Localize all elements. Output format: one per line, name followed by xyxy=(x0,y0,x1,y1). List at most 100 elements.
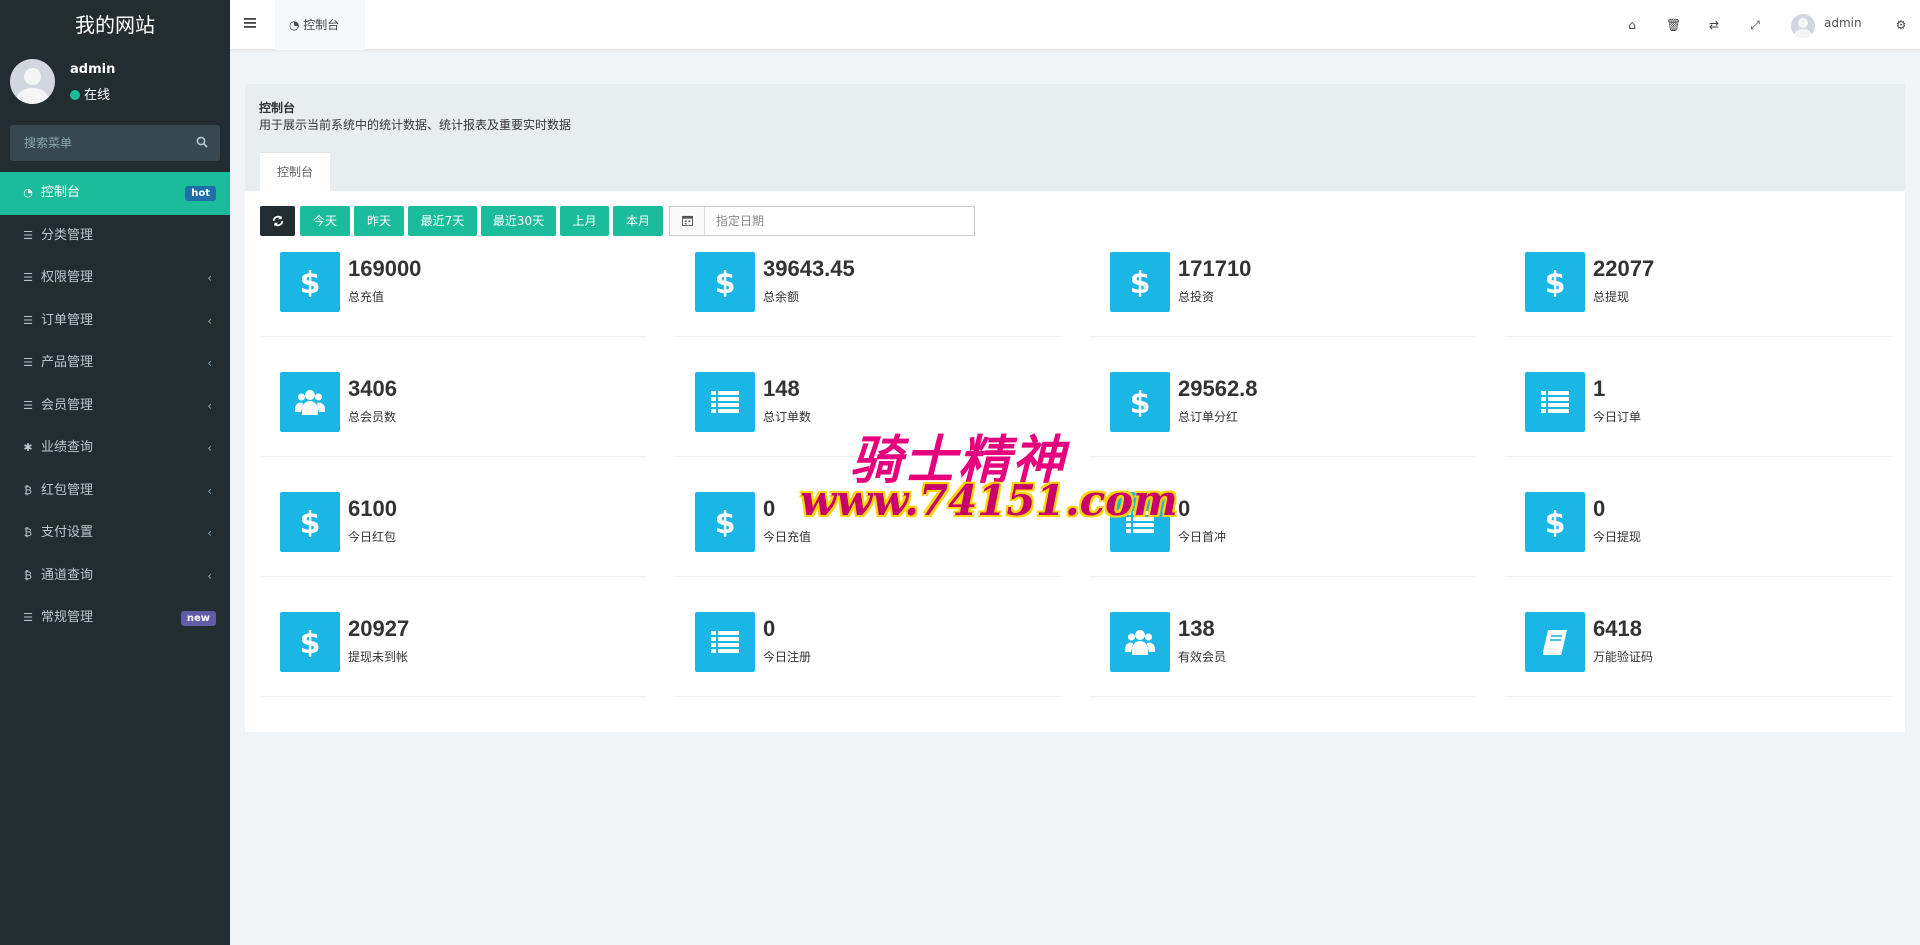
stat-value: 0 xyxy=(763,616,776,641)
stat-value: 3406 xyxy=(348,376,397,401)
stat-value: 1 xyxy=(1593,376,1606,401)
dollar-icon: $ xyxy=(1110,372,1170,432)
page-title: 控制台 xyxy=(259,101,296,115)
sidebar-item-label: 通道查询 xyxy=(41,567,94,583)
tab-console[interactable]: 控制台 xyxy=(260,152,330,191)
new-badge: new xyxy=(180,611,216,626)
stat-value: 148 xyxy=(763,376,800,401)
sidebar-item-channel[interactable]: ₿ 通道查询 ‹ xyxy=(0,555,230,598)
stat-label: 总提现 xyxy=(1593,290,1630,304)
stat-value: 138 xyxy=(1178,616,1215,641)
sidebar-item-category[interactable]: ☰ 分类管理 xyxy=(0,215,230,258)
language-icon[interactable]: ⇄ xyxy=(1707,18,1721,32)
online-dot-icon xyxy=(70,90,80,100)
sidebar-item-orders[interactable]: ☰ 订单管理 ‹ xyxy=(0,300,230,343)
search-icon[interactable] xyxy=(196,136,208,148)
sidebar-item-general[interactable]: ☰ 常规管理 new xyxy=(0,597,230,640)
stat-label: 总订单分红 xyxy=(1178,410,1239,424)
stat-card: 3406 总会员数 xyxy=(260,372,646,457)
sidebar-search xyxy=(10,125,220,161)
top-header: ◔ 控制台 ⌂ 🗑 ⇄ ⤢ admin ⚙ xyxy=(230,0,1920,50)
sidebar-item-permission[interactable]: ☰ 权限管理 ‹ xyxy=(0,257,230,300)
chevron-left-icon: ‹ xyxy=(207,568,212,583)
stat-card: $39643.45 总余额 xyxy=(675,252,1061,337)
user-panel: admin 在线 xyxy=(0,50,230,114)
chevron-left-icon: ‹ xyxy=(207,398,212,413)
list-icon xyxy=(695,612,755,672)
stat-card: $22077 总提现 xyxy=(1505,252,1891,337)
last-30-days-button[interactable]: 最近30天 xyxy=(481,206,556,236)
sidebar-item-label: 支付设置 xyxy=(41,525,94,540)
stat-card: $6100 今日红包 xyxy=(260,492,646,577)
sidebar-item-label: 权限管理 xyxy=(41,270,94,285)
settings-icon[interactable]: ⚙ xyxy=(1894,18,1908,32)
stat-label: 今日充值 xyxy=(763,530,812,544)
stat-value: 171710 xyxy=(1178,256,1252,281)
stat-value: 0 xyxy=(1178,496,1191,521)
calendar-icon[interactable] xyxy=(670,207,705,235)
sidebar-item-performance[interactable]: ✱ 业绩查询 ‹ xyxy=(0,427,230,470)
dollar-icon: $ xyxy=(1525,492,1585,552)
sidebar-item-label: 常规管理 xyxy=(41,610,94,625)
stat-label: 总会员数 xyxy=(348,410,397,424)
chevron-left-icon: ‹ xyxy=(207,441,212,455)
refresh-button[interactable] xyxy=(260,206,295,236)
stat-label: 今日首冲 xyxy=(1178,530,1227,544)
svg-text:$: $ xyxy=(300,507,321,537)
sidebar-item-label: 订单管理 xyxy=(41,312,94,328)
header-user-name[interactable]: admin xyxy=(1824,16,1862,30)
stat-card: $169000 总充值 xyxy=(260,252,646,337)
stat-card: $20927 提现未到帐 xyxy=(260,612,646,697)
svg-text:$: $ xyxy=(1545,507,1566,537)
sidebar-item-label: 分类管理 xyxy=(41,227,94,243)
stat-card: $0 今日提现 xyxy=(1505,492,1891,577)
last-month-button[interactable]: 上月 xyxy=(560,206,609,236)
today-button[interactable]: 今天 xyxy=(300,206,350,236)
sidebar: 我的网站 admin 在线 ◔ 控制台 hot ☰ 分类管理 ☰ 权限管理 ‹ ☰ 订单… xyxy=(0,0,230,945)
last-7-days-button[interactable]: 最近7天 xyxy=(408,206,477,236)
home-icon[interactable]: ⌂ xyxy=(1625,18,1639,32)
book-icon xyxy=(1525,612,1585,672)
user-status: 在线 xyxy=(70,84,110,103)
date-picker xyxy=(669,206,975,236)
chevron-left-icon: ‹ xyxy=(207,483,212,498)
dollar-icon: $ xyxy=(280,492,340,552)
list-icon: ☰ xyxy=(23,356,33,369)
chevron-left-icon: ‹ xyxy=(207,313,212,328)
dollar-icon: $ xyxy=(280,612,340,672)
fullscreen-icon[interactable]: ⤢ xyxy=(1748,18,1762,32)
stat-label: 万能验证码 xyxy=(1593,650,1654,664)
stat-value: 22077 xyxy=(1593,256,1655,281)
page-description: 用于展示当前系统中的统计数据、统计报表及重要实时数据 xyxy=(259,118,572,132)
stat-value: 0 xyxy=(763,496,776,521)
sidebar-item-members[interactable]: ☰ 会员管理 ‹ xyxy=(0,385,230,428)
sidebar-item-label: 红包管理 xyxy=(41,482,94,498)
panel-header: 控制台 用于展示当前系统中的统计数据、统计报表及重要实时数据 控制台 xyxy=(245,84,1905,191)
trash-icon[interactable]: 🗑 xyxy=(1666,18,1681,32)
stat-label: 今日提现 xyxy=(1593,530,1642,544)
site-brand[interactable]: 我的网站 xyxy=(0,0,230,50)
search-input[interactable] xyxy=(10,125,180,161)
user-status-label: 在线 xyxy=(84,88,111,103)
date-input[interactable] xyxy=(706,207,972,235)
users-icon xyxy=(1110,612,1170,672)
sidebar-item-products[interactable]: ☰ 产品管理 ‹ xyxy=(0,342,230,385)
sidebar-item-redpacket[interactable]: ₿ 红包管理 ‹ xyxy=(0,470,230,513)
dollar-icon: $ xyxy=(280,252,340,312)
stat-label: 总充值 xyxy=(348,290,385,304)
stat-label: 有效会员 xyxy=(1178,650,1227,664)
stat-value: 0 xyxy=(1593,496,1606,521)
sidebar-item-payment[interactable]: ₿ 支付设置 ‹ xyxy=(0,512,230,555)
svg-text:$: $ xyxy=(1545,267,1566,297)
stat-card: 138 有效会员 xyxy=(1090,612,1476,697)
sidebar-item-dashboard[interactable]: ◔ 控制台 hot xyxy=(0,172,230,215)
yesterday-button[interactable]: 昨天 xyxy=(354,206,404,236)
this-month-button[interactable]: 本月 xyxy=(613,206,663,236)
list-icon: ☰ xyxy=(23,313,33,327)
chevron-left-icon: ‹ xyxy=(207,526,212,540)
users-icon xyxy=(280,372,340,432)
hamburger-menu-icon[interactable] xyxy=(244,17,256,29)
tab-dashboard[interactable]: ◔ 控制台 xyxy=(275,0,365,50)
header-avatar[interactable] xyxy=(1791,14,1815,38)
watermark-url: www.74151.com xyxy=(800,476,1178,525)
